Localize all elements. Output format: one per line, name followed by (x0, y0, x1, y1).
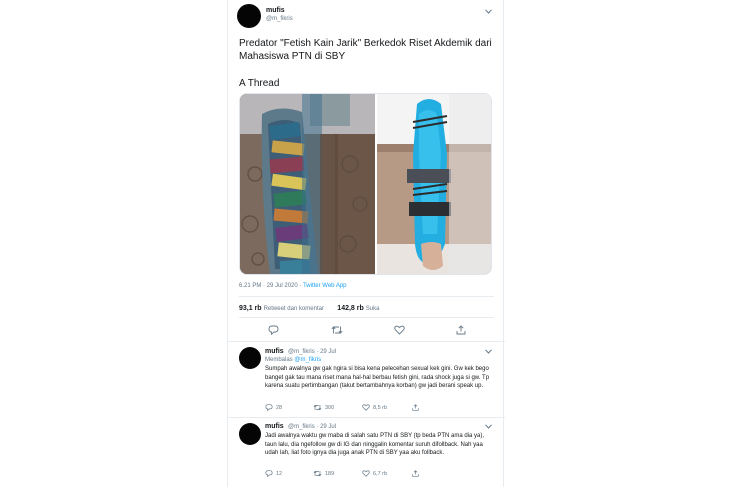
photo-wrapped-fabric-on-mat[interactable] (240, 94, 375, 274)
avatar[interactable] (239, 347, 261, 369)
like-button[interactable]: 8,5 rb (362, 404, 387, 411)
share-icon (412, 470, 419, 477)
avatar[interactable] (237, 4, 261, 28)
user-handle[interactable]: @m_fikris (266, 16, 293, 22)
like-icon[interactable] (391, 322, 407, 338)
user-handle[interactable]: @m_fikris · 29 Jul (288, 349, 336, 355)
reply-text: Sumpah awalnya gw gak ngira si bisa kena… (265, 366, 490, 390)
divider (239, 296, 494, 297)
source-app-link[interactable]: Twitter Web App (303, 283, 347, 289)
retweet-label: Retweet dan komentar (263, 306, 324, 312)
retweet-count: 189 (325, 470, 335, 477)
share-icon (412, 404, 419, 411)
user-handle[interactable]: @m_fikris · 29 Jul (288, 424, 336, 430)
retweet-button[interactable]: 189 (313, 470, 334, 477)
tweet-timestamp[interactable]: 6.21 PM · 29 Jul 2020 · Twitter Web App (239, 283, 347, 289)
replying-prefix: Membalas (265, 357, 293, 363)
share-icon[interactable] (453, 322, 469, 338)
replying-to: Membalas @m_fikris (265, 357, 321, 363)
like-icon (362, 404, 370, 411)
photo-wrapped-blue-leg[interactable] (377, 94, 491, 274)
timestamp-text[interactable]: 6.21 PM · 29 Jul 2020 · (239, 283, 303, 289)
tweet-media[interactable] (239, 93, 492, 275)
tweet-text: Predator "Fetish Kain Jarik" Berkedok Ri… (239, 38, 492, 62)
avatar[interactable] (239, 423, 261, 445)
reply-icon[interactable] (265, 322, 281, 338)
chevron-down-icon[interactable] (485, 8, 492, 16)
reply-tweet[interactable]: mufis @m_fikris · 29 Jul Jadi awalnya wa… (228, 418, 505, 487)
tweet-stats: 93,1 rb Retweet dan komentar 142,8 rb Suka (239, 305, 379, 312)
reply-action-bar: 28 300 8,5 rb (265, 404, 465, 414)
retweet-icon (313, 470, 322, 477)
reply-text: Jadi awalnya waktu gw maba di salah satu… (265, 433, 484, 457)
retweet-stat[interactable]: 93,1 rb Retweet dan komentar (239, 305, 324, 312)
retweet-icon (313, 404, 322, 411)
chevron-down-icon[interactable] (485, 348, 492, 356)
display-name[interactable]: mufis (265, 348, 284, 355)
reply-button[interactable]: 28 (265, 404, 282, 411)
like-count: 142,8 rb (337, 305, 364, 312)
reply-icon (265, 470, 273, 477)
like-count: 6,7 rb (373, 470, 388, 477)
chevron-down-icon[interactable] (485, 423, 492, 431)
reply-action-bar: 12 189 6,7 rb (265, 470, 465, 480)
like-count: 8,5 rb (373, 404, 388, 411)
reply-count: 12 (276, 470, 283, 477)
display-name[interactable]: mufis (265, 423, 284, 430)
retweet-icon[interactable] (329, 322, 345, 338)
like-label: Suka (365, 306, 380, 312)
tweet-timeline: mufis @m_fikris Predator "Fetish Kain Ja… (227, 0, 505, 487)
tweet-action-bar (239, 322, 494, 338)
like-button[interactable]: 6,7 rb (362, 470, 387, 477)
retweet-count: 300 (325, 404, 335, 411)
screenshot-canvas: mufis @m_fikris Predator "Fetish Kain Ja… (0, 0, 730, 487)
reply-tweet[interactable]: mufis @m_fikris · 29 Jul Membalas @m_fik… (228, 342, 505, 416)
like-stat[interactable]: 142,8 rb Suka (337, 305, 380, 312)
thread-label: A Thread (239, 78, 280, 89)
retweet-button[interactable]: 300 (313, 404, 334, 411)
divider (239, 317, 494, 318)
display-name[interactable]: mufis (266, 7, 285, 14)
reply-icon (265, 404, 273, 411)
share-button[interactable] (412, 470, 419, 477)
replying-handle-link[interactable]: @m_fikris (294, 357, 321, 363)
reply-count: 28 (276, 404, 283, 411)
reply-button[interactable]: 12 (265, 470, 282, 477)
retweet-count: 93,1 rb (239, 305, 262, 312)
like-icon (362, 470, 370, 477)
share-button[interactable] (412, 404, 419, 411)
